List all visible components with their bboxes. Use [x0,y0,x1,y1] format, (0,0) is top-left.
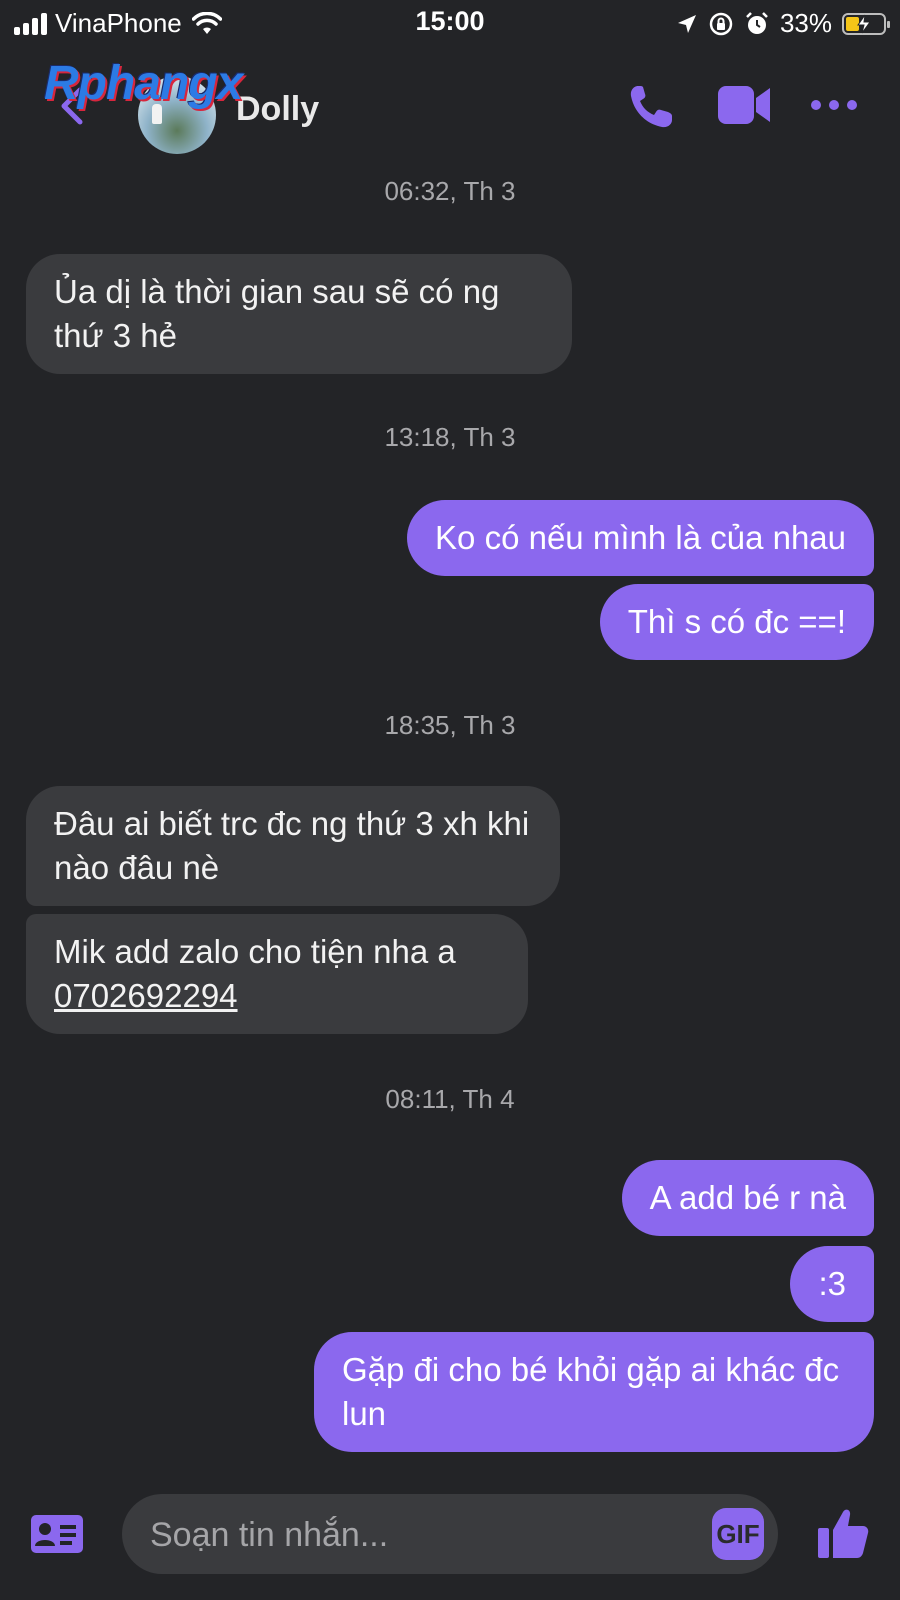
message-timestamp: 13:18, Th 3 [384,422,516,452]
message-input[interactable] [148,1494,692,1576]
battery-charging-icon [842,12,890,35]
video-call-icon[interactable] [716,82,772,128]
contact-card-icon[interactable] [30,1514,84,1554]
incoming-message[interactable]: Ủa dị là thời gian sau sẽ có ng thứ 3 hẻ [26,254,572,374]
status-right: 33% [676,8,890,39]
outgoing-message[interactable]: Gặp đi cho bé khỏi gặp ai khác đc lun [314,1332,874,1452]
contact-name[interactable]: Dolly [236,90,319,129]
message-timestamp: 06:32, Th 3 [384,176,516,206]
more-icon[interactable] [810,98,858,112]
alarm-icon [746,11,768,34]
status-bar: VinaPhone 15:00 33% [0,0,900,46]
battery-percent: 33% [779,8,832,38]
outgoing-message[interactable]: A add bé r nà [621,1160,874,1236]
orientation-lock-icon [709,12,733,35]
outgoing-message[interactable]: Thì s có đc ==! [599,584,874,660]
phone-icon[interactable] [626,82,676,132]
gif-button[interactable]: GIF [712,1508,764,1560]
incoming-message[interactable]: Đâu ai biết trc đc ng thứ 3 xh khi nào đ… [26,786,560,906]
watermark-logo: Rphangx [44,57,243,110]
message-text: Mik add zalo cho tiện nha a [54,933,456,970]
outgoing-message[interactable]: :3 [790,1246,874,1322]
outgoing-message[interactable]: Ko có nếu mình là của nhau [407,500,874,576]
message-input-container: GIF [122,1494,778,1576]
like-icon[interactable] [816,1506,870,1560]
location-icon [677,14,696,33]
message-timestamp: 08:11, Th 4 [385,1084,515,1114]
incoming-message[interactable]: Mik add zalo cho tiện nha a 0702692294 [26,914,528,1034]
message-timestamp: 18:35, Th 3 [384,710,516,740]
phone-number-link[interactable]: 0702692294 [54,977,238,1014]
composer-bar: GIF [0,1480,900,1600]
chat-header: Dolly Rphangx [0,46,900,170]
